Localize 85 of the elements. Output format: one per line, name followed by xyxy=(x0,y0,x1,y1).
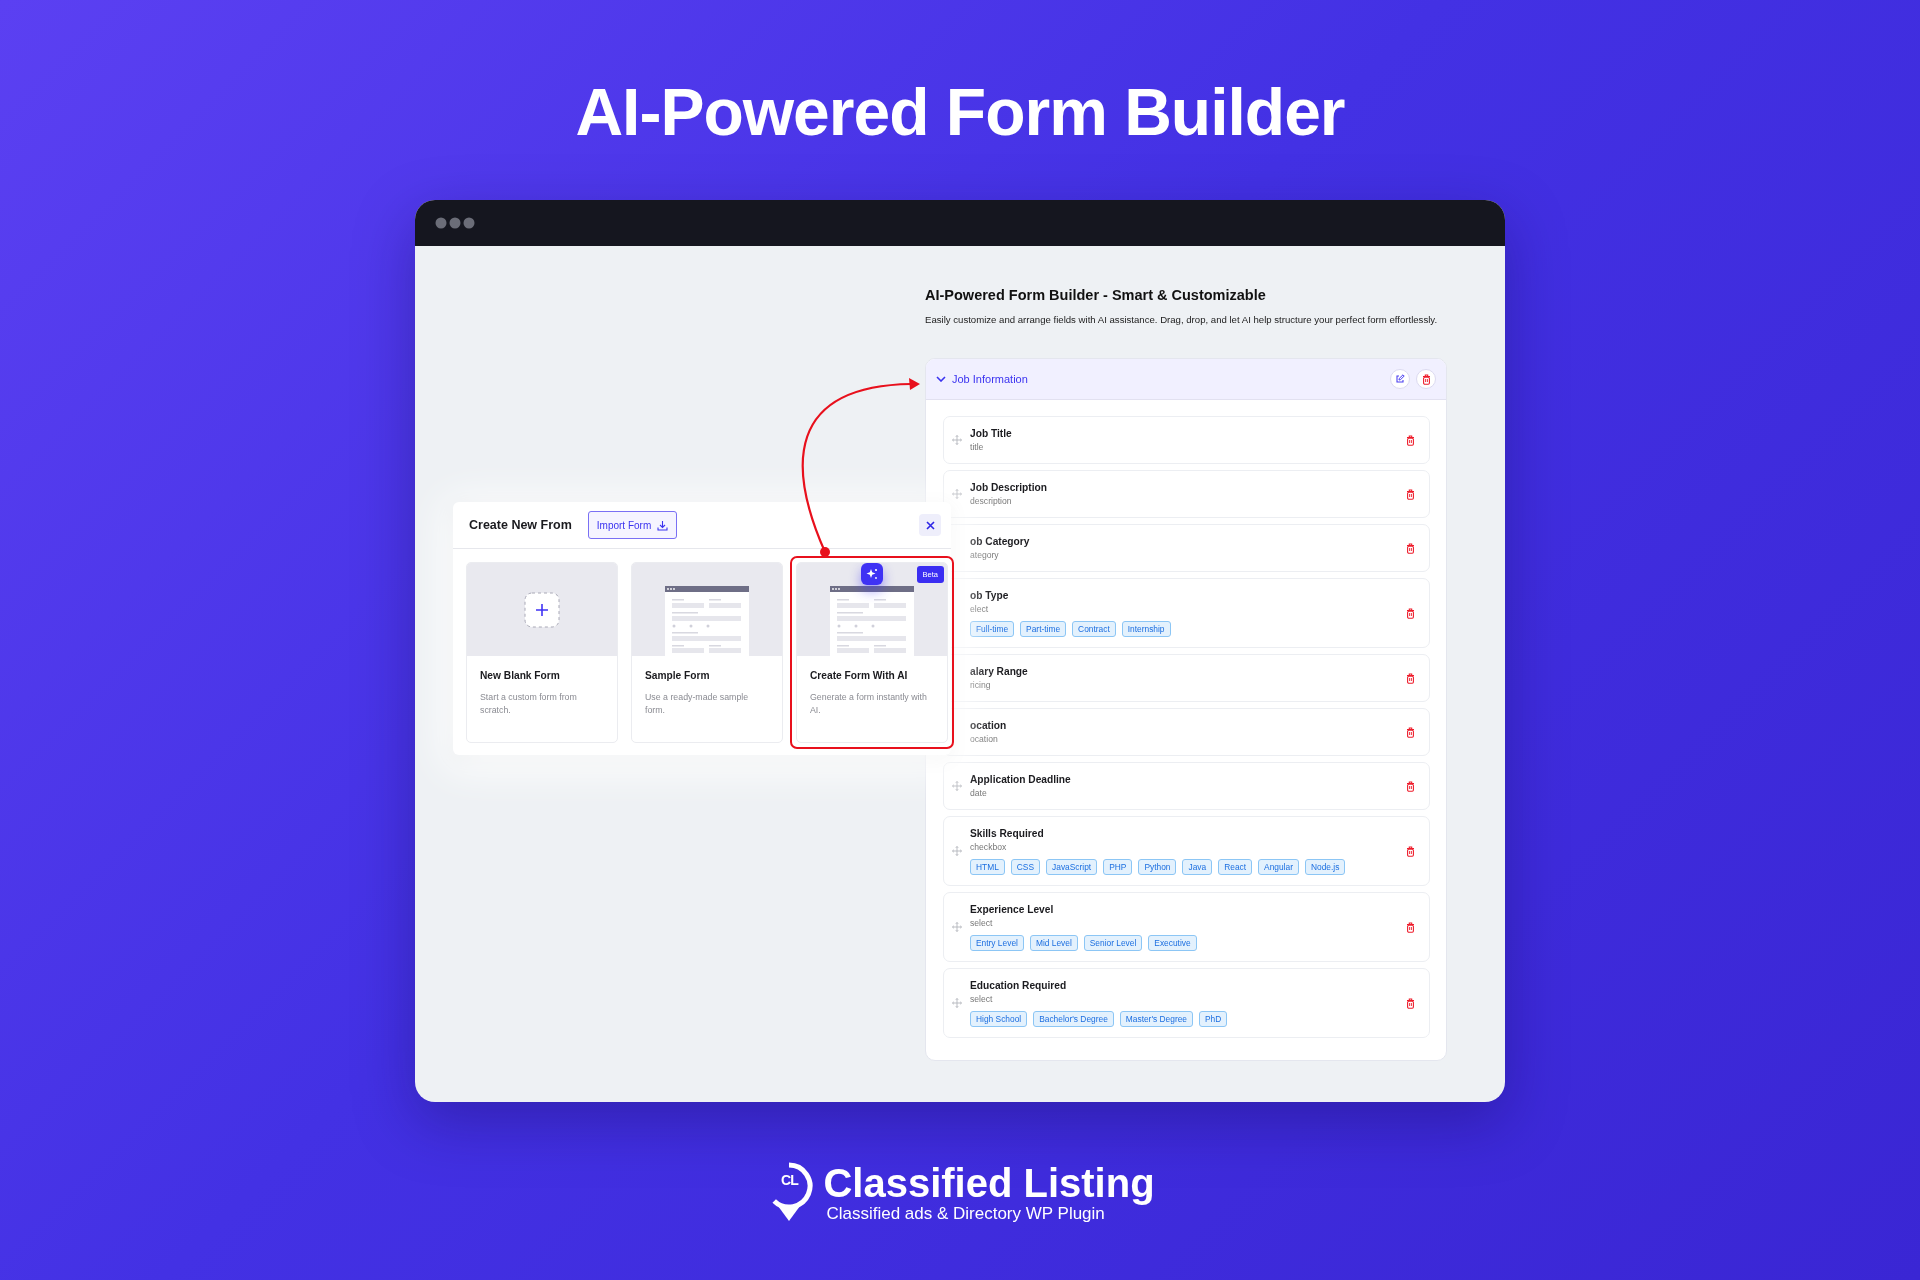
option-tag: Senior Level xyxy=(1083,935,1143,951)
field-type: ocation xyxy=(970,734,999,745)
edit-button[interactable] xyxy=(1390,369,1410,389)
trash-icon xyxy=(1406,726,1415,738)
option-tag: Angular xyxy=(1258,859,1299,875)
modal-title: Create New From xyxy=(469,518,572,532)
option-tag: CSS xyxy=(1010,859,1041,875)
field-type: elect xyxy=(970,604,990,615)
edit-icon xyxy=(1395,374,1405,384)
card-title: Sample Form xyxy=(645,669,711,682)
option-tag: Entry Level xyxy=(970,935,1024,951)
card-description: Generate a form instantly with AI. xyxy=(810,691,928,717)
card-title: Create Form With AI xyxy=(810,669,909,682)
page-headline: AI-Powered Form Builder xyxy=(575,74,1345,151)
trash-icon xyxy=(1406,845,1415,857)
field-type: select xyxy=(970,994,994,1005)
trash-icon xyxy=(1406,607,1415,619)
trash-icon xyxy=(1421,373,1431,385)
brand-name: Classified Listing xyxy=(823,1162,1155,1204)
card-description: Start a custom form from scratch. xyxy=(480,691,578,717)
field-type: ricing xyxy=(970,680,992,691)
field-label: ob Category xyxy=(970,535,1031,548)
field-row[interactable]: Education Required select High School Bachelor's Degree Master's Degree PhD xyxy=(943,968,1430,1038)
add-form-icon xyxy=(524,591,560,628)
field-type: select xyxy=(970,918,994,929)
section-header[interactable]: Job Information xyxy=(926,359,1446,400)
field-type: ategory xyxy=(970,550,1000,561)
trash-icon xyxy=(1406,921,1415,933)
field-row[interactable]: Experience Level select Entry Level Mid Level Senior Level Executive xyxy=(943,892,1430,962)
option-tag: Bachelor's Degree xyxy=(1033,1011,1114,1027)
field-row[interactable]: Job Description description xyxy=(943,470,1430,518)
option-tag: Java xyxy=(1182,859,1213,875)
window-dots-icon xyxy=(435,217,475,229)
section-title: Job Information xyxy=(952,373,1029,385)
builder-title: AI-Powered Form Builder - Smart & Customizable xyxy=(925,286,1267,304)
option-tag: Mid Level xyxy=(1029,935,1078,951)
trash-icon xyxy=(1406,672,1415,684)
form-option-card[interactable]: Sample Form Use a ready-made sample form. xyxy=(631,562,783,743)
download-icon xyxy=(657,519,669,531)
field-type: checkbox xyxy=(970,842,1008,853)
option-tag: Python xyxy=(1138,859,1177,875)
field-label: ob Type xyxy=(970,589,1010,602)
trash-icon xyxy=(1406,542,1415,554)
trash-icon xyxy=(1406,434,1415,446)
trash-icon xyxy=(1406,997,1415,1009)
field-label: Application Deadline xyxy=(970,773,1072,786)
field-row[interactable]: Skills Required checkbox HTML CSS JavaScript PHP Python Java React Angular Node.js xyxy=(943,816,1430,886)
option-tag: React xyxy=(1218,859,1253,875)
field-label: alary Range xyxy=(970,665,1029,678)
import-form-button[interactable]: Import Form xyxy=(587,511,678,539)
option-tag: High School xyxy=(970,1011,1028,1027)
option-tag: Internship xyxy=(1121,621,1171,637)
card-description: Use a ready-made sample form. xyxy=(645,691,750,717)
card-title: New Blank Form xyxy=(480,669,561,682)
field-row[interactable]: Job Title title xyxy=(943,416,1430,464)
option-tag: PHP xyxy=(1103,859,1133,875)
field-label: Job Description xyxy=(970,481,1048,494)
brand-tagline: Classified ads & Directory WP Plugin xyxy=(826,1204,1105,1224)
builder-description: Easily customize and arrange fields with AI assistance. Drag, drop, and let AI help structure your perfect form effortlessly. xyxy=(925,314,1439,326)
field-type: title xyxy=(970,442,985,453)
field-label: ocation xyxy=(970,719,1008,732)
form-option-card[interactable]: New Blank Form Start a custom form from scratch. xyxy=(466,562,618,743)
logo-mark: CL xyxy=(780,1172,800,1188)
option-tag: Contract xyxy=(1072,621,1116,637)
option-tag: Master's Degree xyxy=(1119,1011,1193,1027)
field-label: Skills Required xyxy=(970,827,1045,840)
field-label: Experience Level xyxy=(970,903,1055,916)
field-label: Job Title xyxy=(970,427,1013,440)
option-tag: HTML xyxy=(970,859,1005,875)
close-icon xyxy=(925,520,935,530)
sparkle-icon xyxy=(866,568,878,580)
option-tag: Part-time xyxy=(1020,621,1067,637)
option-tag: Node.js xyxy=(1304,859,1346,875)
trash-icon xyxy=(1406,780,1415,792)
option-tag: PhD xyxy=(1199,1011,1228,1027)
delete-button[interactable] xyxy=(1416,369,1436,389)
field-label: Education Required xyxy=(970,979,1068,992)
option-tag: Executive xyxy=(1148,935,1197,951)
option-tag: JavaScript xyxy=(1046,859,1098,875)
trash-icon xyxy=(1406,488,1415,500)
option-tag: Full-time xyxy=(970,621,1015,637)
field-type: description xyxy=(970,496,1013,507)
field-row[interactable]: Application Deadline date xyxy=(943,762,1430,810)
field-type: date xyxy=(970,788,988,799)
close-button[interactable] xyxy=(919,514,941,536)
